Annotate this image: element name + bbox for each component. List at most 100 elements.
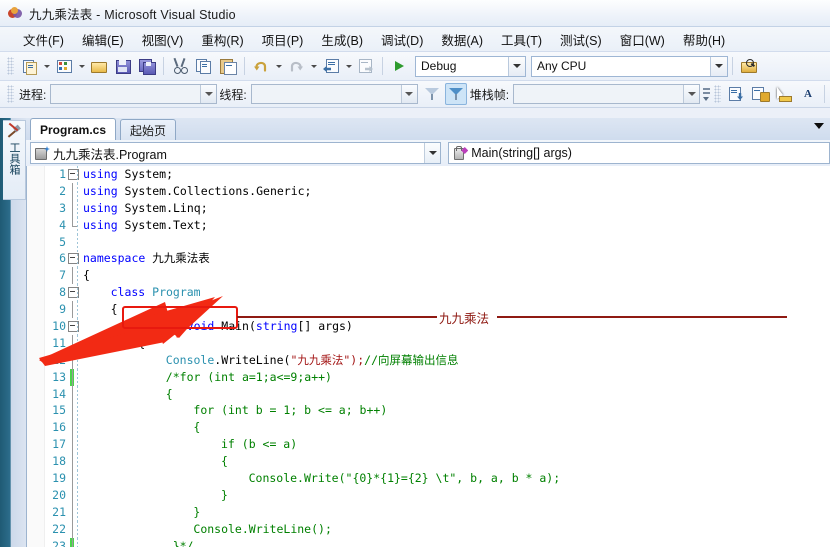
type-selector-combo[interactable]: 九九乘法表.Program bbox=[30, 142, 442, 164]
code-line-text: Console.WriteLine(); bbox=[193, 521, 331, 538]
member-selector-value: Main(string[] args) bbox=[471, 146, 572, 160]
filter-icon[interactable] bbox=[421, 83, 443, 105]
toolbar-grip[interactable] bbox=[7, 57, 14, 75]
line-number: 3 bbox=[59, 200, 66, 215]
tab-program-cs[interactable]: Program.cs bbox=[30, 118, 117, 140]
step-over-icon[interactable] bbox=[749, 83, 771, 105]
thread-value bbox=[252, 87, 256, 99]
step-into-icon[interactable] bbox=[725, 83, 747, 105]
toolbox-tab[interactable]: 工具箱 bbox=[3, 120, 26, 200]
menu-file[interactable]: 文件(F) bbox=[14, 28, 73, 51]
visual-studio-logo-icon bbox=[8, 6, 23, 21]
menu-tools[interactable]: 工具(T) bbox=[492, 28, 551, 51]
code-line-text: using System.Collections.Generic; bbox=[83, 183, 311, 200]
chevron-down-icon[interactable] bbox=[508, 56, 525, 76]
code-line[interactable]: 4 using System.Text; bbox=[27, 216, 830, 234]
code-line[interactable]: 18 { bbox=[27, 453, 830, 471]
thread-combo[interactable] bbox=[250, 84, 418, 104]
menu-data[interactable]: 数据(A) bbox=[432, 28, 492, 51]
menu-window[interactable]: 窗口(W) bbox=[611, 28, 674, 51]
member-selector-combo[interactable]: Main(string[] args) bbox=[448, 142, 830, 164]
redo-icon[interactable] bbox=[285, 55, 307, 77]
undo-dropdown-icon[interactable] bbox=[273, 55, 284, 77]
code-token: "九九乘法"); bbox=[290, 352, 365, 367]
add-new-item-dropdown-icon[interactable] bbox=[76, 55, 87, 77]
navigate-backward-dropdown-icon[interactable] bbox=[343, 55, 354, 77]
stackframe-combo[interactable] bbox=[513, 84, 701, 104]
process-combo[interactable] bbox=[50, 84, 218, 104]
code-line[interactable]: 23}*/ bbox=[27, 537, 830, 547]
chevron-down-icon[interactable] bbox=[710, 56, 727, 76]
code-line[interactable]: 2 using System.Collections.Generic; bbox=[27, 182, 830, 200]
menu-view[interactable]: 视图(V) bbox=[133, 28, 193, 51]
code-line[interactable]: 13 /*for (int a=1;a<=9;a++) bbox=[27, 368, 830, 386]
code-line[interactable]: 7{ bbox=[27, 267, 830, 285]
chevron-down-icon[interactable] bbox=[200, 85, 217, 103]
menu-build[interactable]: 生成(B) bbox=[312, 28, 372, 51]
chevron-down-icon[interactable] bbox=[683, 85, 700, 103]
copy-icon[interactable] bbox=[193, 55, 215, 77]
line-number: 6 bbox=[59, 251, 66, 266]
code-token: { bbox=[165, 386, 173, 401]
menu-test[interactable]: 测试(S) bbox=[551, 28, 611, 51]
code-line[interactable]: 6 namespace 九九乘法表 bbox=[27, 250, 830, 268]
chevron-down-icon[interactable] bbox=[424, 143, 441, 163]
outline-guide bbox=[72, 453, 73, 471]
code-line-text: /*for (int a=1;a<=9;a++) bbox=[166, 369, 332, 386]
save-all-icon[interactable] bbox=[136, 55, 158, 77]
line-number: 21 bbox=[52, 504, 66, 519]
solution-configuration-combo[interactable]: Debug bbox=[415, 55, 526, 77]
code-editor[interactable]: 1 using System; 2 using System.Collections.… bbox=[26, 166, 830, 547]
open-file-icon[interactable] bbox=[88, 55, 110, 77]
code-line[interactable]: 22 Console.WriteLine(); bbox=[27, 520, 830, 538]
code-line[interactable]: 16 { bbox=[27, 419, 830, 437]
menu-refactor[interactable]: 重构(R) bbox=[192, 28, 252, 51]
filter-active-icon[interactable] bbox=[444, 83, 467, 105]
toolbar-separator bbox=[732, 57, 733, 75]
outline-guide bbox=[72, 436, 73, 454]
code-token: if (b <= a) bbox=[221, 437, 298, 452]
code-line[interactable]: 17 if (b <= a) bbox=[27, 436, 830, 454]
code-line[interactable]: 14 { bbox=[27, 385, 830, 403]
extra-toolbar-grip[interactable] bbox=[714, 85, 722, 103]
new-project-icon[interactable] bbox=[18, 55, 40, 77]
chevron-down-icon[interactable] bbox=[814, 123, 824, 129]
indent-guide bbox=[77, 182, 78, 200]
toolbar-overflow-icon[interactable] bbox=[702, 85, 711, 103]
code-line[interactable]: 19 Console.Write("{0}*{1}={2} \t", b, a, … bbox=[27, 470, 830, 487]
redo-dropdown-icon[interactable] bbox=[308, 55, 319, 77]
font-size-icon[interactable]: A bbox=[797, 83, 819, 105]
code-token: using bbox=[83, 167, 125, 181]
new-project-dropdown-icon[interactable] bbox=[41, 55, 52, 77]
debug-toolbar-grip[interactable] bbox=[7, 85, 14, 103]
navigate-forward-icon[interactable] bbox=[355, 55, 377, 77]
code-line[interactable]: 1 using System; bbox=[27, 166, 830, 183]
menu-edit[interactable]: 编辑(E) bbox=[73, 28, 133, 51]
code-line[interactable]: 20} bbox=[27, 486, 830, 504]
cut-icon[interactable] bbox=[169, 55, 191, 77]
menu-debug[interactable]: 调试(D) bbox=[372, 28, 432, 51]
solution-platform-combo[interactable]: Any CPU bbox=[531, 55, 728, 77]
tab-start-page[interactable]: 起始页 bbox=[120, 119, 177, 140]
code-line[interactable]: 3 using System.Linq; bbox=[27, 199, 830, 217]
add-new-item-icon[interactable] bbox=[53, 55, 75, 77]
code-line[interactable]: 5 bbox=[27, 233, 830, 251]
outline-guide bbox=[72, 199, 73, 217]
menu-help[interactable]: 帮助(H) bbox=[674, 28, 734, 51]
solution-platform-value: Any CPU bbox=[537, 59, 587, 73]
chevron-down-icon[interactable] bbox=[400, 85, 417, 103]
menu-project[interactable]: 项目(P) bbox=[253, 28, 313, 51]
code-token: //向屏幕输出信息 bbox=[364, 352, 459, 367]
navigate-backward-icon[interactable] bbox=[320, 55, 342, 77]
code-token: namespace bbox=[83, 251, 153, 266]
toolbox-label: 工具箱 bbox=[8, 142, 20, 175]
code-line[interactable]: 15 for (int b = 1; b <= a; b++) bbox=[27, 402, 830, 420]
paste-icon[interactable] bbox=[217, 55, 239, 77]
start-debugging-icon[interactable] bbox=[388, 55, 410, 77]
undo-icon[interactable] bbox=[250, 55, 272, 77]
code-line[interactable]: 21} bbox=[27, 503, 830, 521]
hex-display-icon[interactable] bbox=[773, 83, 795, 105]
find-in-files-icon[interactable] bbox=[738, 55, 760, 77]
save-icon[interactable] bbox=[112, 55, 134, 77]
code-token: /*for (int a=1;a<=9;a++) bbox=[165, 369, 332, 384]
